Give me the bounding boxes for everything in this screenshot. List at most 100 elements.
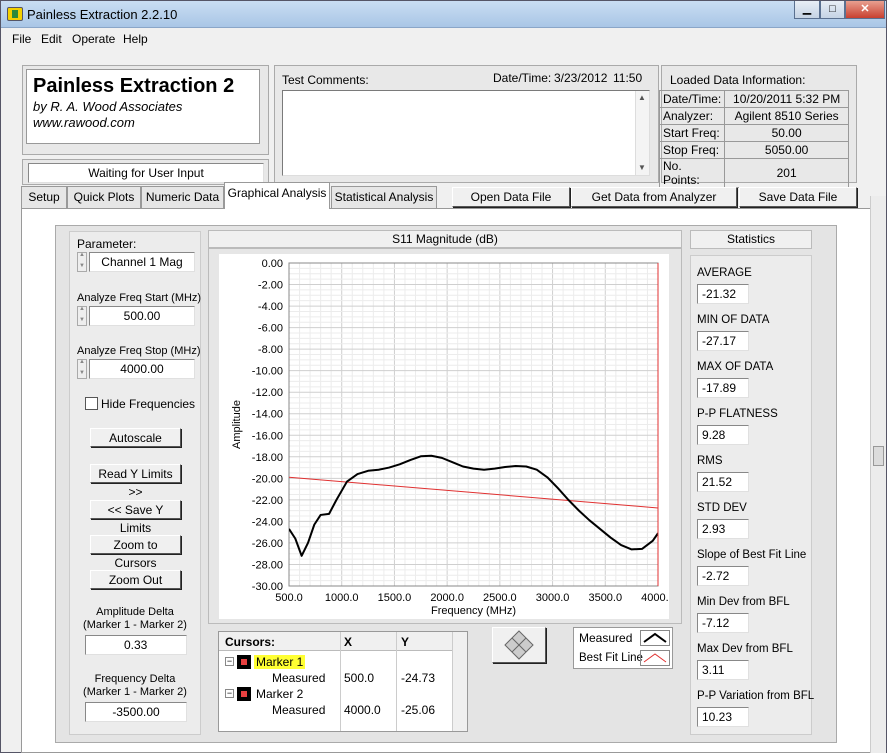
autoscale-button[interactable]: Autoscale (90, 428, 181, 447)
hide-frequencies-label: Hide Frequencies (101, 397, 196, 411)
y-tick-label: -28.00 (252, 559, 283, 571)
start-freq-spinner[interactable] (77, 306, 87, 326)
stat-label: Min Dev from BFL (697, 596, 790, 608)
open-data-file-button[interactable]: Open Data File (452, 187, 570, 207)
parameter-select[interactable]: Channel 1 Mag (89, 252, 195, 272)
y-tick-label: -8.00 (258, 344, 283, 356)
tab-quick-plots[interactable]: Quick Plots (67, 186, 141, 208)
y-tick-label: -4.00 (258, 301, 283, 313)
stat-value: -27.17 (697, 331, 749, 351)
menu-operate-label: Operate (72, 32, 116, 46)
loaded-info-row: Start Freq: 50.00 (658, 124, 849, 142)
get-data-from-analyzer-button[interactable]: Get Data from Analyzer (571, 187, 737, 207)
close-window-button[interactable]: ✕ (845, 1, 885, 19)
comments-scrollbar[interactable]: ▲ ▼ (635, 91, 649, 175)
plot-legend: Measured Best Fit Line (573, 627, 673, 669)
marker-2-name[interactable]: Marker 2 (256, 687, 303, 701)
stat-value: -21.32 (697, 284, 749, 304)
loaded-info-value: 50.00 (724, 124, 849, 142)
stat-value: -7.12 (697, 613, 749, 633)
stat-label: STD DEV (697, 502, 747, 514)
analyze-start-label: Analyze Freq Start (MHz) (77, 292, 202, 304)
tab-statistical-analysis[interactable]: Statistical Analysis (331, 186, 437, 208)
collapse-icon[interactable]: − (225, 657, 234, 666)
stat-label: MIN OF DATA (697, 314, 770, 326)
menu-help[interactable]: Help (123, 32, 148, 46)
collapse-icon[interactable]: − (225, 689, 234, 698)
freq-delta-label-2: (Marker 1 - Marker 2) (83, 686, 187, 698)
minimize-button[interactable]: ▁ (794, 1, 820, 19)
menu-edit[interactable]: Edit (41, 32, 62, 46)
marker-1-x: 500.0 (344, 671, 375, 685)
app-window: Painless Extraction 2.2.10 ▁ □ ✕ File Ed… (0, 0, 887, 753)
freq-delta-label-1: Frequency Delta (94, 673, 176, 685)
y-tick-label: -2.00 (258, 280, 283, 292)
amp-delta-label-2: (Marker 1 - Marker 2) (83, 619, 187, 631)
legend-bestfit-swatch[interactable] (640, 650, 670, 666)
stop-freq-spinner[interactable] (77, 359, 87, 379)
x-tick-label: 3500.0 (588, 592, 622, 604)
menu-file-label: File (12, 32, 32, 46)
plot-title: S11 Magnitude (dB) (208, 230, 682, 248)
menu-file[interactable]: File (12, 32, 31, 46)
zoom-out-button[interactable]: Zoom Out (90, 570, 181, 589)
stat-label: Slope of Best Fit Line (697, 549, 807, 561)
status-indicator: Waiting for User Input (28, 163, 264, 183)
cursor-move-button[interactable] (492, 627, 546, 663)
x-tick-label: 2000.0 (430, 592, 464, 604)
tab-numeric-data[interactable]: Numeric Data (141, 186, 224, 208)
stat-label: P-P FLATNESS (697, 408, 778, 420)
tab-graphical-analysis[interactable]: Graphical Analysis (224, 182, 330, 209)
marker-1-sub: Measured (272, 671, 326, 685)
y-tick-label: -24.00 (252, 516, 283, 528)
maximize-button[interactable]: □ (820, 1, 845, 19)
y-tick-label: -10.00 (252, 366, 283, 378)
marker-2-sub: Measured (272, 703, 326, 717)
y-tick-label: -6.00 (258, 323, 283, 335)
legend-bestfit-label: Best Fit Line (579, 652, 643, 664)
window-title: Painless Extraction 2.2.10 (27, 7, 178, 22)
stat-value: -17.89 (697, 378, 749, 398)
stat-label: MAX OF DATA (697, 361, 774, 373)
y-tick-label: -26.00 (252, 538, 283, 550)
save-y-limits-button[interactable]: << Save Y Limits (90, 500, 181, 535)
y-axis-label: Amplitude (231, 400, 243, 449)
marker-1-name[interactable]: Marker 1 (254, 655, 306, 669)
stat-value: 3.11 (697, 660, 749, 680)
analyze-start-input[interactable]: 500.00 (89, 306, 195, 326)
x-tick-label: 1500.0 (378, 592, 412, 604)
datetime-date: 3/23/2012 (554, 71, 608, 85)
zoom-to-cursors-button[interactable]: Zoom to Cursors (90, 535, 181, 570)
cursor-scrollbar[interactable] (452, 632, 467, 731)
scroll-up-icon[interactable]: ▲ (638, 93, 646, 102)
test-comments-label: Test Comments: (282, 73, 369, 87)
menu-edit-label: Edit (41, 32, 62, 46)
loaded-info-value: Agilent 8510 Series (724, 107, 849, 125)
x-tick-label: 4000.0 (641, 592, 669, 604)
cursor-header-name: Cursors: (225, 635, 276, 649)
hide-frequencies-checkbox[interactable] (85, 397, 98, 410)
loaded-info-value: 5050.00 (724, 141, 849, 159)
loaded-info-table: Date/Time: 10/20/2011 5:32 PM Analyzer: Agi… (658, 90, 849, 188)
tab-setup[interactable]: Setup (21, 186, 67, 208)
read-y-limits-button[interactable]: Read Y Limits >> (90, 464, 181, 499)
scrollbar-thumb[interactable] (873, 446, 884, 466)
test-comments-textarea[interactable]: ▲ ▼ (282, 90, 650, 176)
analyze-stop-input[interactable]: 4000.00 (89, 359, 195, 379)
brand-title: Painless Extraction 2 (33, 75, 235, 97)
legend-measured-swatch[interactable] (640, 630, 670, 646)
marker-1-y: -24.73 (401, 671, 436, 685)
menu-operate[interactable]: Operate (72, 32, 115, 46)
scroll-down-icon[interactable]: ▼ (638, 163, 646, 172)
parameter-spinner[interactable] (77, 252, 87, 272)
y-tick-label: -16.00 (252, 430, 283, 442)
loaded-info-value: 201 (724, 158, 849, 188)
brand-url: www.rawood.com (33, 115, 135, 130)
y-tick-label: -22.00 (252, 495, 283, 507)
cursor-header-y: Y (401, 635, 410, 649)
stat-value: 10.23 (697, 707, 749, 727)
x-tick-label: 500.0 (275, 592, 303, 604)
window-scrollbar[interactable] (870, 196, 886, 753)
save-data-file-button[interactable]: Save Data File (739, 187, 857, 207)
s11-magnitude-chart[interactable]: 0.00 -2.00 -4.00 -6.00 -8.00 -10.00 -12.00 -14.… (219, 254, 669, 622)
